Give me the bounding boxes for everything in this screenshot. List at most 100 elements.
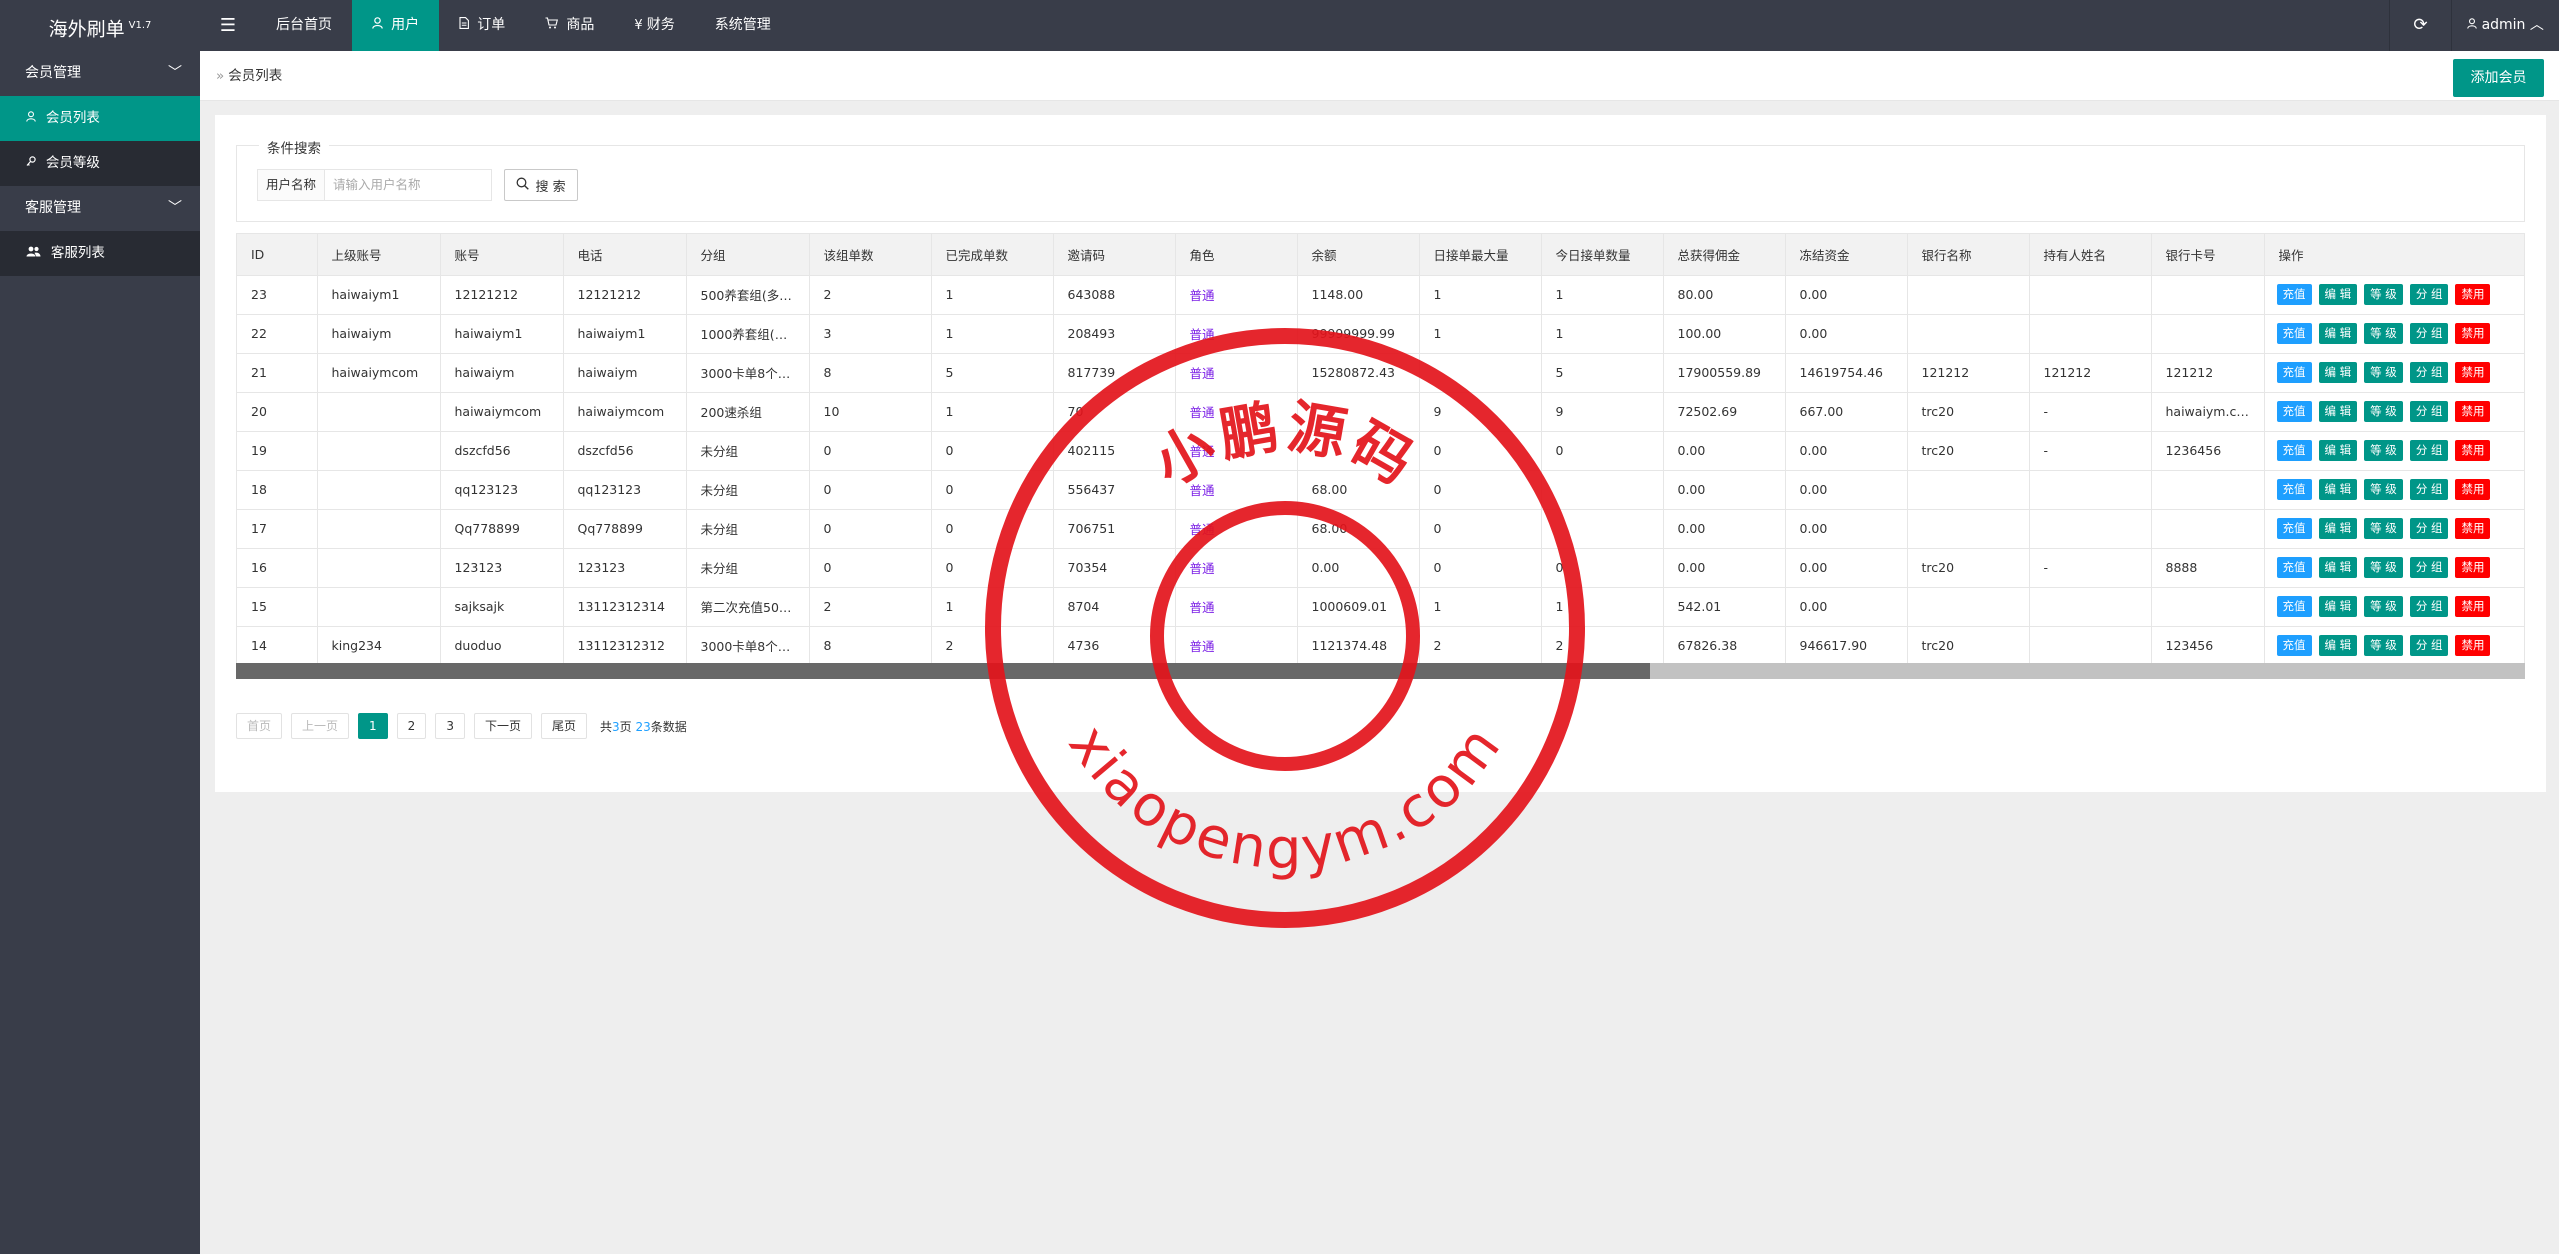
disable-button[interactable]: 禁用 bbox=[2455, 479, 2491, 500]
sidebar-item-service-list[interactable]: 客服列表 bbox=[0, 231, 200, 276]
edit-button[interactable]: 编 辑 bbox=[2318, 401, 2358, 422]
next-page-button[interactable]: 下一页 bbox=[473, 713, 532, 739]
role-link[interactable]: 普通 bbox=[1190, 366, 1215, 381]
disable-button[interactable]: 禁用 bbox=[2455, 362, 2491, 383]
group-button[interactable]: 分 组 bbox=[2409, 323, 2449, 344]
recharge-button[interactable]: 充值 bbox=[2276, 518, 2312, 539]
nav-item-home[interactable]: 后台首页 bbox=[256, 0, 352, 51]
role-link[interactable]: 普通 bbox=[1190, 600, 1215, 615]
page-button-1[interactable]: 1 bbox=[358, 713, 388, 739]
recharge-button[interactable]: 充值 bbox=[2276, 557, 2312, 578]
recharge-button[interactable]: 充值 bbox=[2276, 284, 2312, 305]
group-button[interactable]: 分 组 bbox=[2409, 440, 2449, 461]
table-cell bbox=[317, 431, 441, 471]
recharge-button[interactable]: 充值 bbox=[2276, 323, 2312, 344]
disable-button[interactable]: 禁用 bbox=[2455, 596, 2491, 617]
level-button[interactable]: 等 级 bbox=[2364, 401, 2403, 422]
hamburger-icon: ☰ bbox=[219, 15, 237, 36]
edit-button[interactable]: 编 辑 bbox=[2318, 479, 2358, 500]
level-button[interactable]: 等 级 bbox=[2364, 557, 2403, 578]
disable-button[interactable]: 禁用 bbox=[2455, 557, 2491, 578]
group-button[interactable]: 分 组 bbox=[2409, 518, 2449, 539]
username-search-input[interactable] bbox=[324, 169, 493, 201]
role-link[interactable]: 普通 bbox=[1190, 561, 1215, 576]
user-icon bbox=[372, 17, 387, 33]
search-button[interactable]: 搜 索 bbox=[504, 169, 579, 201]
group-button[interactable]: 分 组 bbox=[2409, 401, 2449, 422]
role-link[interactable]: 普通 bbox=[1190, 483, 1215, 498]
group-button[interactable]: 分 组 bbox=[2409, 596, 2449, 617]
role-link[interactable]: 普通 bbox=[1190, 522, 1215, 537]
level-button[interactable]: 等 级 bbox=[2364, 635, 2403, 656]
disable-button[interactable]: 禁用 bbox=[2455, 284, 2491, 305]
disable-button[interactable]: 禁用 bbox=[2455, 323, 2491, 344]
edit-button[interactable]: 编 辑 bbox=[2318, 323, 2358, 344]
level-button[interactable]: 等 级 bbox=[2364, 440, 2403, 461]
recharge-button[interactable]: 充值 bbox=[2276, 635, 2312, 656]
disable-button[interactable]: 禁用 bbox=[2455, 440, 2491, 461]
role-link[interactable]: 普通 bbox=[1190, 288, 1215, 303]
app-logo[interactable]: 海外刷单 V1.7 bbox=[0, 0, 200, 51]
recharge-button[interactable]: 充值 bbox=[2276, 479, 2312, 500]
disable-button[interactable]: 禁用 bbox=[2455, 635, 2491, 656]
recharge-button[interactable]: 充值 bbox=[2276, 440, 2312, 461]
group-button[interactable]: 分 组 bbox=[2409, 362, 2449, 383]
horizontal-scrollbar[interactable] bbox=[236, 663, 2525, 679]
level-button[interactable]: 等 级 bbox=[2364, 479, 2403, 500]
refresh-button[interactable]: ⟳ bbox=[2389, 0, 2451, 51]
nav-item-orders[interactable]: 订单 bbox=[439, 0, 525, 51]
nav-item-goods[interactable]: 商品 bbox=[525, 0, 614, 51]
level-button[interactable]: 等 级 bbox=[2364, 362, 2403, 383]
group-button[interactable]: 分 组 bbox=[2409, 635, 2449, 656]
edit-button[interactable]: 编 辑 bbox=[2318, 284, 2358, 305]
level-button[interactable]: 等 级 bbox=[2364, 323, 2403, 344]
table-row: 21 haiwaiymcom haiwaiym haiwaiym 3000卡单8个… 8 5… bbox=[237, 353, 2524, 393]
sidebar-group-service[interactable]: 客服管理 ﹀ bbox=[0, 186, 200, 231]
edit-button[interactable]: 编 辑 bbox=[2318, 557, 2358, 578]
table-cell: 0 bbox=[809, 509, 932, 549]
nav-item-user[interactable]: 用户 bbox=[352, 0, 440, 51]
edit-button[interactable]: 编 辑 bbox=[2318, 596, 2358, 617]
table-cell bbox=[317, 392, 441, 432]
page-button-2[interactable]: 2 bbox=[396, 713, 427, 739]
role-link[interactable]: 普通 bbox=[1190, 327, 1215, 342]
table-cell: 0 bbox=[1419, 548, 1542, 588]
edit-button[interactable]: 编 辑 bbox=[2318, 440, 2358, 461]
group-button[interactable]: 分 组 bbox=[2409, 557, 2449, 578]
row-actions: 充值编 辑等 级分 组禁用 bbox=[2264, 275, 2524, 315]
role-link[interactable]: 普通 bbox=[1190, 444, 1215, 459]
table-cell: 1 bbox=[1541, 587, 1664, 627]
nav-item-system[interactable]: 系统管理 bbox=[695, 0, 791, 51]
group-button[interactable]: 分 组 bbox=[2409, 284, 2449, 305]
role-link[interactable]: 普通 bbox=[1190, 405, 1215, 420]
level-button[interactable]: 等 级 bbox=[2364, 284, 2403, 305]
role-link[interactable]: 普通 bbox=[1190, 639, 1215, 654]
add-member-button[interactable]: 添加会员 bbox=[2453, 59, 2544, 97]
edit-button[interactable]: 编 辑 bbox=[2318, 362, 2358, 383]
first-page-button[interactable]: 首页 bbox=[236, 713, 283, 739]
table-cell: haiwaiymcom bbox=[440, 392, 564, 432]
page-button-3[interactable]: 3 bbox=[435, 713, 465, 739]
scrollbar-thumb[interactable] bbox=[236, 663, 1650, 679]
recharge-button[interactable]: 充值 bbox=[2276, 401, 2312, 422]
table-cell: 0 bbox=[1419, 431, 1542, 471]
sidebar-item-member-list[interactable]: 会员列表 bbox=[0, 96, 200, 141]
table-cell: 4736 bbox=[1053, 626, 1176, 666]
group-button[interactable]: 分 组 bbox=[2409, 479, 2449, 500]
sidebar-item-member-level[interactable]: 会员等级 bbox=[0, 141, 200, 186]
level-button[interactable]: 等 级 bbox=[2364, 596, 2403, 617]
disable-button[interactable]: 禁用 bbox=[2455, 518, 2491, 539]
admin-user-menu[interactable]: admin ︿ bbox=[2451, 0, 2559, 51]
disable-button[interactable]: 禁用 bbox=[2455, 401, 2491, 422]
recharge-button[interactable]: 充值 bbox=[2276, 596, 2312, 617]
menu-toggle-button[interactable]: ☰ bbox=[200, 0, 256, 51]
last-page-button[interactable]: 尾页 bbox=[540, 713, 587, 739]
sidebar-group-member[interactable]: 会员管理 ﹀ bbox=[0, 51, 200, 96]
table-cell: 1236456 bbox=[2151, 431, 2265, 471]
level-button[interactable]: 等 级 bbox=[2364, 518, 2403, 539]
prev-page-button[interactable]: 上一页 bbox=[291, 713, 350, 739]
edit-button[interactable]: 编 辑 bbox=[2318, 635, 2358, 656]
recharge-button[interactable]: 充值 bbox=[2276, 362, 2312, 383]
nav-item-finance[interactable]: ¥ 财务 bbox=[614, 0, 694, 51]
edit-button[interactable]: 编 辑 bbox=[2318, 518, 2358, 539]
